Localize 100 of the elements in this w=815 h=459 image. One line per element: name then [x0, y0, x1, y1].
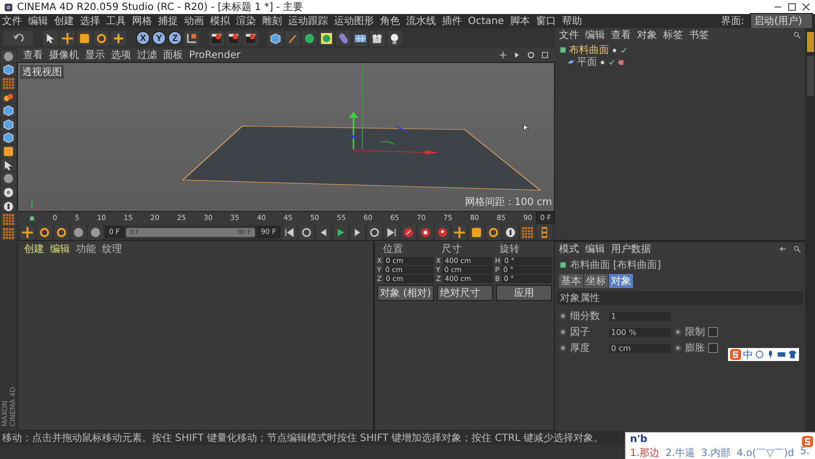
menu-item[interactable]: 对象 [637, 28, 657, 42]
menu-item[interactable]: 模式 [559, 242, 579, 256]
menu-item[interactable]: 选择 [80, 14, 100, 28]
object-name[interactable]: 平面 [577, 55, 597, 69]
shirt-icon[interactable] [788, 350, 797, 359]
menu-item[interactable]: 渲染 [236, 14, 256, 28]
grid-spacing-label: 网格间距 : 100 cm [464, 196, 552, 208]
viewport[interactable]: 透视视图 网格间距 : 100 cm [17, 62, 555, 212]
section-header: 对象属性 [557, 291, 803, 305]
axis-button[interactable]: X [136, 31, 150, 45]
plane-object-icon [567, 58, 575, 66]
menu-item[interactable]: 雕刻 [262, 14, 282, 28]
field-label: 厚度 [570, 342, 591, 355]
animation-dot-icon[interactable] [674, 328, 682, 336]
menu-item[interactable]: 查看 [611, 28, 631, 42]
menu-item[interactable]: 用户数据 [611, 242, 651, 256]
move-icon[interactable] [499, 51, 507, 59]
ime-candidate[interactable]: 5. [800, 446, 810, 459]
menu-item[interactable]: 角色 [380, 14, 400, 28]
material-menu-item[interactable]: 纹理 [102, 242, 122, 256]
square-icon[interactable] [541, 51, 549, 59]
object-name[interactable]: 布料曲面 [569, 43, 609, 57]
number-field[interactable]: 1 [609, 312, 671, 320]
viewport-menu-item[interactable]: 面板 [163, 48, 183, 62]
tag-icon[interactable] [617, 58, 624, 66]
menu-item[interactable]: 流水线 [406, 14, 436, 28]
column-header: 位置 [382, 242, 404, 256]
dropdown[interactable]: 对象 (相对) [377, 284, 434, 300]
axis-button[interactable]: Y [152, 31, 166, 45]
layout-dropdown[interactable]: 启动(用户) [750, 13, 813, 29]
menu-item[interactable]: 文件 [2, 14, 22, 28]
animation-dot-icon[interactable] [559, 312, 567, 320]
menu-item[interactable]: 窗口 [536, 14, 556, 28]
menu-item[interactable]: 编辑 [585, 28, 605, 42]
apply-button[interactable]: 应用 [496, 284, 552, 300]
menu-item[interactable]: 模拟 [210, 14, 230, 28]
menu-item[interactable]: 文件 [559, 28, 579, 42]
number-field[interactable]: 0 cm [609, 344, 671, 352]
search-icon[interactable] [793, 31, 801, 39]
search-icon[interactable] [793, 245, 801, 253]
menu-item[interactable]: 编辑 [28, 14, 48, 28]
menu-item[interactable]: 脚本 [510, 14, 530, 28]
field-label: 因子 [570, 326, 591, 339]
viewport-menu-item[interactable]: ProRender [189, 50, 240, 60]
object-title: 布料曲面 [布料曲面] [570, 258, 661, 272]
ime-candidate[interactable]: 3.内部 [701, 446, 731, 459]
menu-item[interactable]: 工具 [106, 14, 126, 28]
menu-item[interactable]: 创建 [54, 14, 74, 28]
playhead-marker-icon[interactable] [29, 214, 35, 222]
menu-item[interactable]: 帮助 [562, 14, 582, 28]
ime-input-text: n'b [630, 434, 648, 445]
side-tab[interactable] [806, 32, 814, 52]
number-field[interactable]: 100 % [609, 328, 671, 336]
material-menu-item[interactable]: 功能 [76, 242, 96, 256]
tab[interactable]: 基本 [559, 274, 583, 288]
checkbox[interactable] [708, 343, 718, 353]
cloth-object-icon [559, 261, 567, 269]
microphone-icon[interactable] [766, 350, 775, 359]
tab[interactable]: 对象 [609, 274, 633, 288]
tab[interactable]: 坐标 [584, 274, 608, 288]
animation-dot-icon[interactable] [674, 344, 682, 352]
keyboard-icon[interactable] [777, 350, 786, 359]
menu-item[interactable]: 标签 [663, 28, 683, 42]
sogou-logo-icon[interactable] [730, 349, 741, 360]
menu-item[interactable]: 网格 [132, 14, 152, 28]
mouse-cursor-icon [523, 123, 531, 133]
ime-candidate[interactable]: 4.o(￣▽￣)d [736, 446, 794, 459]
material-menu-item[interactable]: 创建 [24, 242, 44, 256]
undo-icon[interactable] [12, 32, 24, 44]
menu-item[interactable]: 编辑 [585, 242, 605, 256]
animation-dot-icon[interactable] [559, 344, 567, 352]
animation-dot-icon[interactable] [559, 328, 567, 336]
material-menu-item[interactable]: 编辑 [50, 242, 70, 256]
maximize-icon[interactable] [787, 2, 797, 12]
viewport-menu-item[interactable]: 查看 [23, 48, 43, 62]
field-label: 膨胀 [685, 342, 705, 355]
axis-button[interactable]: Z [168, 31, 182, 45]
menu-item[interactable]: Octane [468, 16, 504, 26]
menu-item[interactable]: 运动跟踪 [288, 14, 328, 28]
menu-item[interactable]: 动画 [184, 14, 204, 28]
undo-button[interactable] [3, 30, 33, 46]
arrow-icon[interactable] [513, 51, 521, 59]
checkbox[interactable] [708, 327, 718, 337]
viewport-menu-item[interactable]: 选项 [111, 48, 131, 62]
column-header: 尺寸 [440, 242, 462, 256]
viewport-menu-item[interactable]: 显示 [85, 48, 105, 62]
ime-candidate[interactable]: 1.那边 [630, 446, 660, 459]
ime-candidate[interactable]: 2.牛逼 [666, 446, 696, 459]
menu-item[interactable]: 运动图形 [334, 14, 374, 28]
input-mode[interactable]: 中 [743, 348, 753, 362]
viewport-menu-item[interactable]: 摄像机 [49, 48, 79, 62]
rotate-icon[interactable] [527, 51, 535, 59]
back-arrow-icon[interactable] [779, 245, 787, 253]
smile-icon[interactable] [755, 350, 764, 359]
menu-item[interactable]: 捕捉 [158, 14, 178, 28]
close-icon[interactable] [801, 2, 811, 12]
viewport-menu-item[interactable]: 过滤 [137, 48, 157, 62]
menu-item[interactable]: 书签 [689, 28, 709, 42]
menu-item[interactable]: 插件 [442, 14, 462, 28]
dropdown[interactable]: 绝对尺寸 [436, 284, 493, 300]
